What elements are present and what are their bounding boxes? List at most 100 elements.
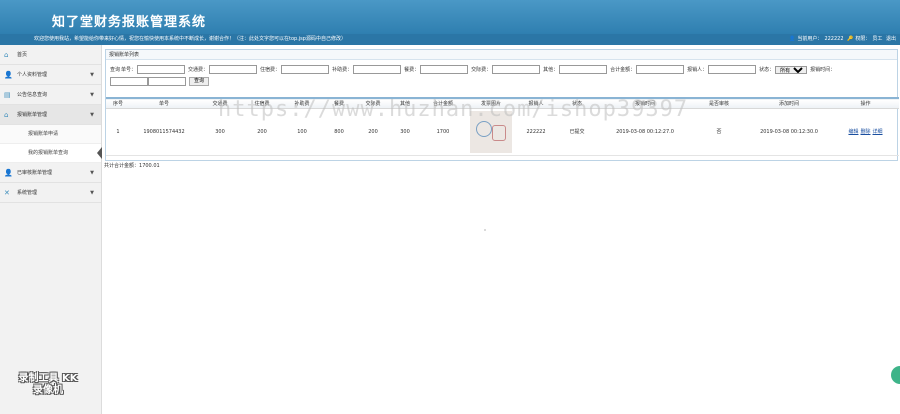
col-actions: 操作: [832, 98, 899, 109]
status-select[interactable]: 所有: [775, 65, 808, 74]
home-icon: ⌂: [4, 51, 9, 59]
total-amount-input[interactable]: [636, 65, 685, 74]
cell-accommodation: 200: [242, 108, 282, 156]
bill-table: 序号 单号 交通费 住宿费 补助费 餐费 交际费 其他 合计金额 发票图片 报销…: [106, 97, 899, 156]
cell-actions: 编辑 删除 详细: [832, 108, 899, 156]
key-icon: 🔑: [847, 36, 854, 42]
sidebar-item-label: 首页: [17, 52, 28, 58]
cell-invoice: [466, 108, 516, 156]
role-value: 员工: [872, 36, 883, 42]
status-label: 状态：: [759, 67, 775, 73]
chevron-down-icon: ▼: [90, 170, 94, 176]
cell-audited: 否: [692, 108, 746, 156]
col-index: 序号: [106, 98, 130, 109]
sidebar-item-notices[interactable]: ▤ 公告信息查询 ▼: [0, 85, 101, 105]
col-other: 其他: [390, 98, 420, 109]
sidebar-item-profile[interactable]: 👤 个人资料管理 ▼: [0, 65, 101, 85]
reception-input[interactable]: [492, 65, 541, 74]
sidebar: ⌂ 首页 👤 个人资料管理 ▼ ▤ 公告信息查询 ▼ ⌂ 报销账单管理 ▼ 报销…: [0, 45, 102, 414]
grand-total-value: 1700.01: [139, 163, 160, 169]
col-status: 状态: [556, 98, 598, 109]
logout-link[interactable]: 退出: [886, 36, 896, 42]
wrench-icon: ✕: [4, 189, 10, 197]
bill-no-input[interactable]: [137, 65, 186, 74]
sidebar-item-label: 公告信息查询: [17, 92, 48, 98]
sidebar-item-label: 个人资料管理: [17, 72, 48, 78]
cell-index: 1: [106, 108, 130, 156]
invoice-thumbnail[interactable]: [470, 110, 512, 153]
sidebar-item-label: 已审核账单管理: [17, 170, 53, 176]
cell-subsidy: 100: [282, 108, 322, 156]
user-icon: 👤: [4, 71, 13, 79]
sidebar-item-label: 报销账单管理: [17, 112, 48, 118]
detail-link[interactable]: 详细: [873, 129, 883, 135]
time-start-input[interactable]: [110, 77, 148, 86]
user-icon: 👤: [4, 169, 13, 177]
search-button[interactable]: 查询: [189, 77, 210, 86]
bill-table-wrap: 序号 单号 交通费 住宿费 补助费 餐费 交际费 其他 合计金额 发票图片 报销…: [106, 97, 899, 156]
meal-label: 餐费：: [404, 67, 420, 73]
cell-reception: 200: [356, 108, 390, 156]
reimburser-input[interactable]: [708, 65, 757, 74]
welcome-message: 欢迎您使用我站，希望能给你带来好心情，祝您在愉快使用本系统中不断成长，谢谢合作！…: [34, 36, 346, 42]
user-icon: 👤: [789, 36, 796, 42]
edit-link[interactable]: 编辑: [848, 129, 858, 135]
cell-meal: 800: [322, 108, 356, 156]
cell-total: 1700: [420, 108, 466, 156]
col-accommodation: 住宿费: [242, 98, 282, 109]
col-added: 添加时间: [746, 98, 832, 109]
chevron-down-icon: ▼: [90, 190, 94, 196]
role-label: 权限：: [855, 36, 871, 42]
sidebar-subitem-apply[interactable]: 报销账单申请: [0, 125, 101, 144]
filter-row-2: 查询: [110, 77, 210, 86]
col-traffic: 交通费: [198, 98, 242, 109]
traffic-label: 交通费：: [188, 67, 209, 73]
sidebar-item-system[interactable]: ✕ 系统管理 ▼: [0, 183, 101, 203]
traffic-input[interactable]: [209, 65, 258, 74]
table-row: 1 1908011574432 300 200 100 800 200 300 …: [106, 108, 899, 156]
cell-reimburser: 222222: [516, 108, 556, 156]
sidebar-item-audited[interactable]: 👤 已审核账单管理 ▼: [0, 163, 101, 183]
sidebar-item-home[interactable]: ⌂ 首页: [0, 45, 101, 65]
bill-list-panel: 报销账单列表 查询 单号： 交通费： 住宿费： 补助费： 餐费： 交际费： 其他…: [105, 49, 899, 161]
query-label: 查询: [110, 67, 121, 73]
folder-icon: ▤: [4, 91, 11, 99]
chevron-down-icon: ▼: [90, 72, 94, 78]
sidebar-item-label: 系统管理: [17, 190, 38, 196]
total-amount-label: 合计金额：: [610, 67, 636, 73]
home-icon: ⌂: [4, 111, 9, 119]
app-title: 知了堂财务报账管理系统: [52, 15, 207, 30]
chevron-down-icon: ▼: [90, 112, 94, 118]
sidebar-subitem-label: 报销账单申请: [28, 131, 59, 137]
other-label: 其他：: [543, 67, 559, 73]
col-audited: 是否审核: [692, 98, 746, 109]
cell-time: 2019-03-08 00:12:27.0: [598, 108, 692, 156]
grand-total-label: 共计合计金额：: [104, 163, 140, 169]
time-end-input[interactable]: [148, 77, 186, 86]
filter-form: 查询 单号： 交通费： 住宿费： 补助费： 餐费： 交际费： 其他： 合计金额：…: [106, 60, 897, 90]
cell-added: 2019-03-08 00:12:30.0: [746, 108, 832, 156]
meal-input[interactable]: [420, 65, 469, 74]
reception-label: 交际费：: [471, 67, 492, 73]
col-reception: 交际费: [356, 98, 390, 109]
subsidy-input[interactable]: [353, 65, 402, 74]
chevron-down-icon: ▼: [90, 92, 94, 98]
sidebar-subitem-label: 我的报销账单查询: [28, 150, 69, 156]
recorder-watermark: 录制工具 KK录像机: [18, 373, 78, 396]
sidebar-item-bills[interactable]: ⌂ 报销账单管理 ▼: [0, 105, 101, 125]
col-time: 报销时间: [598, 98, 692, 109]
decorative-dot: [484, 229, 486, 231]
col-reimburser: 报销人: [516, 98, 556, 109]
other-input[interactable]: [559, 65, 608, 74]
delete-link[interactable]: 删除: [860, 129, 870, 135]
table-header-row: 序号 单号 交通费 住宿费 补助费 餐费 交际费 其他 合计金额 发票图片 报销…: [106, 98, 899, 109]
subsidy-label: 补助费：: [332, 67, 353, 73]
col-total: 合计金额: [420, 98, 466, 109]
col-invoice: 发票图片: [466, 98, 516, 109]
cell-status: 已提交: [556, 108, 598, 156]
col-meal: 餐费: [322, 98, 356, 109]
panel-title: 报销账单列表: [106, 50, 897, 60]
accommodation-input[interactable]: [281, 65, 330, 74]
sidebar-subitem-my-bills[interactable]: 我的报销账单查询: [0, 144, 102, 163]
time-label: 报销时间：: [810, 67, 836, 73]
